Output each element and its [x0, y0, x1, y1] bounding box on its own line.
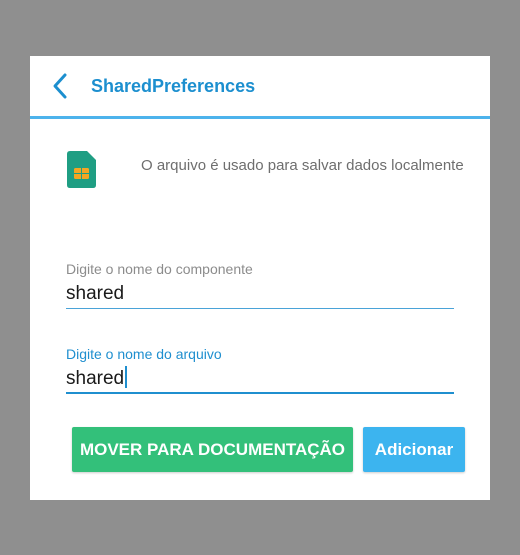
- move-to-documentation-button[interactable]: MOVER PARA DOCUMENTAÇÃO: [72, 427, 353, 472]
- component-name-underline: [66, 308, 454, 309]
- chevron-left-icon: [53, 73, 67, 99]
- component-name-field: Digite o nome do componente shared: [66, 261, 454, 309]
- header-bar: SharedPreferences: [30, 56, 490, 119]
- add-button[interactable]: Adicionar: [363, 427, 465, 472]
- file-name-label: Digite o nome do arquivo: [66, 346, 222, 362]
- sim-card-icon: [67, 151, 96, 188]
- component-name-label: Digite o nome do componente: [66, 261, 253, 277]
- text-caret: [125, 366, 128, 388]
- back-button[interactable]: [48, 71, 74, 101]
- file-name-field: Digite o nome do arquivo shared: [66, 346, 454, 394]
- file-name-input[interactable]: shared: [66, 366, 454, 392]
- page-title: SharedPreferences: [91, 76, 256, 96]
- component-name-input[interactable]: shared: [66, 281, 454, 307]
- description-text: O arquivo é usado para salvar dados loca…: [141, 157, 464, 174]
- file-name-underline: [66, 392, 454, 394]
- file-name-value: shared: [66, 368, 125, 389]
- dialog: SharedPreferences O arquivo é usado para…: [30, 56, 490, 500]
